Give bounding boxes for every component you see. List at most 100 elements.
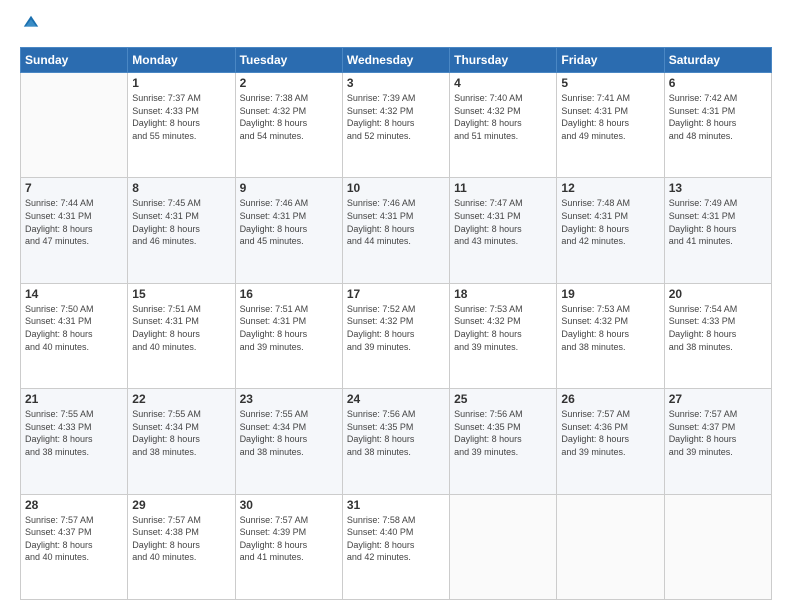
- day-cell: 9 Sunrise: 7:46 AM Sunset: 4:31 PM Daylig…: [235, 178, 342, 283]
- day-info: Sunrise: 7:40 AM Sunset: 4:32 PM Dayligh…: [454, 92, 552, 142]
- day-cell: 24 Sunrise: 7:56 AM Sunset: 4:35 PM Dayli…: [342, 389, 449, 494]
- day-number: 19: [561, 287, 659, 301]
- calendar-table: SundayMondayTuesdayWednesdayThursdayFrid…: [20, 47, 772, 600]
- day-info: Sunrise: 7:56 AM Sunset: 4:35 PM Dayligh…: [454, 408, 552, 458]
- day-info: Sunrise: 7:49 AM Sunset: 4:31 PM Dayligh…: [669, 197, 767, 247]
- day-number: 4: [454, 76, 552, 90]
- day-cell: 20Sunrise: 7:54 AM Sunset: 4:33 PM Dayli…: [664, 283, 771, 388]
- day-cell: 21 Sunrise: 7:55 AM Sunset: 4:33 PM Dayli…: [21, 389, 128, 494]
- day-info: Sunrise: 7:55 AM Sunset: 4:34 PM Dayligh…: [132, 408, 230, 458]
- day-cell: 14 Sunrise: 7:50 AM Sunset: 4:31 PM Dayli…: [21, 283, 128, 388]
- weekday-header-row: SundayMondayTuesdayWednesdayThursdayFrid…: [21, 48, 772, 73]
- header: [20, 16, 772, 37]
- week-row-3: 14 Sunrise: 7:50 AM Sunset: 4:31 PM Dayli…: [21, 283, 772, 388]
- day-info: Sunrise: 7:58 AM Sunset: 4:40 PM Dayligh…: [347, 514, 445, 564]
- day-info: Sunrise: 7:51 AM Sunset: 4:31 PM Dayligh…: [240, 303, 338, 353]
- week-row-5: 28 Sunrise: 7:57 AM Sunset: 4:37 PM Dayli…: [21, 494, 772, 599]
- day-cell: 2 Sunrise: 7:38 AM Sunset: 4:32 PM Daylig…: [235, 73, 342, 178]
- day-cell: 23Sunrise: 7:55 AM Sunset: 4:34 PM Dayli…: [235, 389, 342, 494]
- day-cell: 11 Sunrise: 7:47 AM Sunset: 4:31 PM Dayli…: [450, 178, 557, 283]
- day-cell: 29 Sunrise: 7:57 AM Sunset: 4:38 PM Dayli…: [128, 494, 235, 599]
- day-info: Sunrise: 7:42 AM Sunset: 4:31 PM Dayligh…: [669, 92, 767, 142]
- day-cell: 22 Sunrise: 7:55 AM Sunset: 4:34 PM Dayli…: [128, 389, 235, 494]
- day-number: 17: [347, 287, 445, 301]
- week-row-4: 21 Sunrise: 7:55 AM Sunset: 4:33 PM Dayli…: [21, 389, 772, 494]
- day-number: 7: [25, 181, 123, 195]
- weekday-header-saturday: Saturday: [664, 48, 771, 73]
- day-info: Sunrise: 7:38 AM Sunset: 4:32 PM Dayligh…: [240, 92, 338, 142]
- day-number: 27: [669, 392, 767, 406]
- day-info: Sunrise: 7:48 AM Sunset: 4:31 PM Dayligh…: [561, 197, 659, 247]
- day-info: Sunrise: 7:44 AM Sunset: 4:31 PM Dayligh…: [25, 197, 123, 247]
- day-number: 22: [132, 392, 230, 406]
- day-number: 18: [454, 287, 552, 301]
- day-cell: 31 Sunrise: 7:58 AM Sunset: 4:40 PM Dayli…: [342, 494, 449, 599]
- day-cell: 7 Sunrise: 7:44 AM Sunset: 4:31 PM Daylig…: [21, 178, 128, 283]
- day-number: 21: [25, 392, 123, 406]
- day-info: Sunrise: 7:37 AM Sunset: 4:33 PM Dayligh…: [132, 92, 230, 142]
- day-info: Sunrise: 7:47 AM Sunset: 4:31 PM Dayligh…: [454, 197, 552, 247]
- day-number: 29: [132, 498, 230, 512]
- day-number: 13: [669, 181, 767, 195]
- day-cell: 1Sunrise: 7:37 AM Sunset: 4:33 PM Daylig…: [128, 73, 235, 178]
- day-cell: 28 Sunrise: 7:57 AM Sunset: 4:37 PM Dayli…: [21, 494, 128, 599]
- weekday-header-sunday: Sunday: [21, 48, 128, 73]
- day-info: Sunrise: 7:57 AM Sunset: 4:38 PM Dayligh…: [132, 514, 230, 564]
- day-cell: [557, 494, 664, 599]
- day-info: Sunrise: 7:45 AM Sunset: 4:31 PM Dayligh…: [132, 197, 230, 247]
- week-row-1: 1Sunrise: 7:37 AM Sunset: 4:33 PM Daylig…: [21, 73, 772, 178]
- day-number: 25: [454, 392, 552, 406]
- day-cell: 18 Sunrise: 7:53 AM Sunset: 4:32 PM Dayli…: [450, 283, 557, 388]
- day-cell: 10Sunrise: 7:46 AM Sunset: 4:31 PM Dayli…: [342, 178, 449, 283]
- day-info: Sunrise: 7:54 AM Sunset: 4:33 PM Dayligh…: [669, 303, 767, 353]
- day-cell: 15 Sunrise: 7:51 AM Sunset: 4:31 PM Dayli…: [128, 283, 235, 388]
- day-cell: 13 Sunrise: 7:49 AM Sunset: 4:31 PM Dayli…: [664, 178, 771, 283]
- day-number: 15: [132, 287, 230, 301]
- weekday-header-wednesday: Wednesday: [342, 48, 449, 73]
- day-cell: [664, 494, 771, 599]
- day-number: 23: [240, 392, 338, 406]
- day-cell: 3Sunrise: 7:39 AM Sunset: 4:32 PM Daylig…: [342, 73, 449, 178]
- day-number: 10: [347, 181, 445, 195]
- day-cell: 17 Sunrise: 7:52 AM Sunset: 4:32 PM Dayli…: [342, 283, 449, 388]
- day-cell: 4 Sunrise: 7:40 AM Sunset: 4:32 PM Daylig…: [450, 73, 557, 178]
- day-cell: 5 Sunrise: 7:41 AM Sunset: 4:31 PM Daylig…: [557, 73, 664, 178]
- day-info: Sunrise: 7:51 AM Sunset: 4:31 PM Dayligh…: [132, 303, 230, 353]
- week-row-2: 7 Sunrise: 7:44 AM Sunset: 4:31 PM Daylig…: [21, 178, 772, 283]
- day-number: 5: [561, 76, 659, 90]
- day-info: Sunrise: 7:41 AM Sunset: 4:31 PM Dayligh…: [561, 92, 659, 142]
- page: SundayMondayTuesdayWednesdayThursdayFrid…: [0, 0, 792, 612]
- day-number: 2: [240, 76, 338, 90]
- day-number: 14: [25, 287, 123, 301]
- day-info: Sunrise: 7:55 AM Sunset: 4:33 PM Dayligh…: [25, 408, 123, 458]
- day-cell: 30Sunrise: 7:57 AM Sunset: 4:39 PM Dayli…: [235, 494, 342, 599]
- day-number: 3: [347, 76, 445, 90]
- day-info: Sunrise: 7:52 AM Sunset: 4:32 PM Dayligh…: [347, 303, 445, 353]
- day-number: 26: [561, 392, 659, 406]
- day-info: Sunrise: 7:46 AM Sunset: 4:31 PM Dayligh…: [240, 197, 338, 247]
- day-number: 28: [25, 498, 123, 512]
- day-number: 24: [347, 392, 445, 406]
- day-cell: 8 Sunrise: 7:45 AM Sunset: 4:31 PM Daylig…: [128, 178, 235, 283]
- day-info: Sunrise: 7:56 AM Sunset: 4:35 PM Dayligh…: [347, 408, 445, 458]
- day-number: 8: [132, 181, 230, 195]
- day-number: 11: [454, 181, 552, 195]
- day-cell: 12Sunrise: 7:48 AM Sunset: 4:31 PM Dayli…: [557, 178, 664, 283]
- day-number: 30: [240, 498, 338, 512]
- day-cell: [21, 73, 128, 178]
- day-number: 31: [347, 498, 445, 512]
- day-info: Sunrise: 7:53 AM Sunset: 4:32 PM Dayligh…: [561, 303, 659, 353]
- day-cell: 25 Sunrise: 7:56 AM Sunset: 4:35 PM Dayli…: [450, 389, 557, 494]
- day-number: 9: [240, 181, 338, 195]
- day-info: Sunrise: 7:53 AM Sunset: 4:32 PM Dayligh…: [454, 303, 552, 353]
- day-info: Sunrise: 7:57 AM Sunset: 4:37 PM Dayligh…: [25, 514, 123, 564]
- day-cell: 27 Sunrise: 7:57 AM Sunset: 4:37 PM Dayli…: [664, 389, 771, 494]
- weekday-header-monday: Monday: [128, 48, 235, 73]
- day-info: Sunrise: 7:50 AM Sunset: 4:31 PM Dayligh…: [25, 303, 123, 353]
- day-info: Sunrise: 7:57 AM Sunset: 4:37 PM Dayligh…: [669, 408, 767, 458]
- logo-icon: [22, 14, 40, 32]
- weekday-header-friday: Friday: [557, 48, 664, 73]
- day-cell: 16Sunrise: 7:51 AM Sunset: 4:31 PM Dayli…: [235, 283, 342, 388]
- day-cell: 26Sunrise: 7:57 AM Sunset: 4:36 PM Dayli…: [557, 389, 664, 494]
- day-cell: [450, 494, 557, 599]
